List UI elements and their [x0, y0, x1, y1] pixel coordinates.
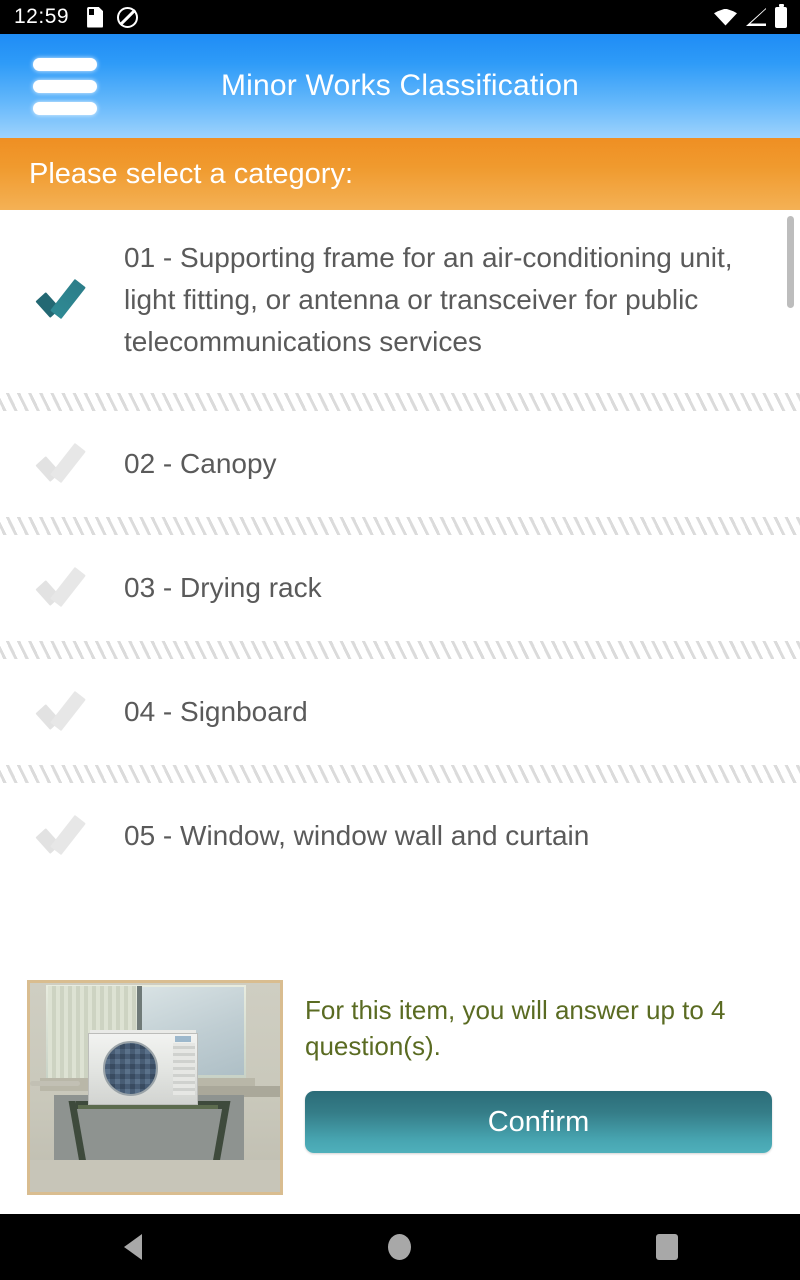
question-count-info: For this item, you will answer up to 4 q… [305, 995, 726, 1061]
thumbnail-photo [30, 983, 280, 1192]
nav-back-button[interactable] [73, 1214, 193, 1280]
checkmark-slot [0, 278, 124, 320]
hamburger-menu-icon[interactable] [33, 55, 97, 117]
list-divider [0, 762, 800, 786]
list-item-label: 05 - Window, window wall and curtain [124, 820, 590, 851]
cellular-signal-icon [746, 8, 766, 26]
footer-content: For this item, you will answer up to 4 q… [283, 970, 800, 1153]
list-divider [0, 514, 800, 538]
do-not-disturb-icon [117, 6, 139, 28]
page-title: Minor Works Classification [220, 69, 580, 102]
status-bar-clock: 12:59 [14, 5, 70, 28]
nav-home-button[interactable] [340, 1214, 460, 1280]
app-bar: Minor Works Classification [0, 34, 800, 138]
list-item[interactable]: 05 - Window, window wall and curtain [0, 786, 800, 886]
footer-panel: For this item, you will answer up to 4 q… [0, 970, 800, 1214]
category-thumbnail [27, 980, 283, 1195]
checkmark-icon[interactable] [34, 814, 86, 856]
checkmark-icon[interactable] [34, 566, 86, 608]
prompt-bar: Please select a category: [0, 138, 800, 210]
checkmark-selected-icon[interactable] [34, 278, 86, 320]
category-list[interactable]: 01 - Supporting frame for an air-conditi… [0, 210, 800, 970]
wifi-icon [714, 8, 737, 26]
checkmark-slot [0, 566, 124, 608]
back-triangle-icon [124, 1234, 143, 1260]
prompt-text: Please select a category: [29, 157, 354, 190]
list-item[interactable]: 01 - Supporting frame for an air-conditi… [0, 210, 800, 390]
menu-bar-3 [33, 101, 97, 115]
home-circle-icon [388, 1234, 412, 1260]
status-bar-left-icons [87, 6, 139, 28]
list-divider [0, 638, 800, 662]
checkmark-icon[interactable] [34, 442, 86, 484]
status-bar-right-icons [714, 3, 787, 28]
checkmark-icon[interactable] [34, 690, 86, 732]
android-navigation-bar [0, 1214, 800, 1280]
scrollbar-thumb[interactable] [787, 216, 794, 308]
menu-bar-1 [33, 57, 97, 71]
list-item-label: 03 - Drying rack [124, 572, 322, 603]
confirm-button[interactable]: Confirm [305, 1091, 772, 1153]
list-item-label: 01 - Supporting frame for an air-conditi… [124, 242, 733, 357]
list-item[interactable]: 04 - Signboard [0, 662, 800, 762]
status-bar: 12:59 [0, 0, 800, 34]
list-scrollbar[interactable] [787, 210, 794, 970]
list-item[interactable]: 03 - Drying rack [0, 538, 800, 638]
list-item[interactable]: 02 - Canopy [0, 414, 800, 514]
menu-bar-2 [33, 79, 97, 93]
sd-card-icon [87, 7, 103, 28]
battery-icon [775, 3, 787, 28]
nav-recents-button[interactable] [607, 1214, 727, 1280]
checkmark-slot [0, 442, 124, 484]
checkmark-slot [0, 690, 124, 732]
checkmark-slot [0, 814, 124, 856]
list-item-label: 02 - Canopy [124, 448, 277, 479]
recents-square-icon [655, 1234, 678, 1260]
list-divider [0, 390, 800, 414]
list-item-label: 04 - Signboard [124, 696, 308, 727]
